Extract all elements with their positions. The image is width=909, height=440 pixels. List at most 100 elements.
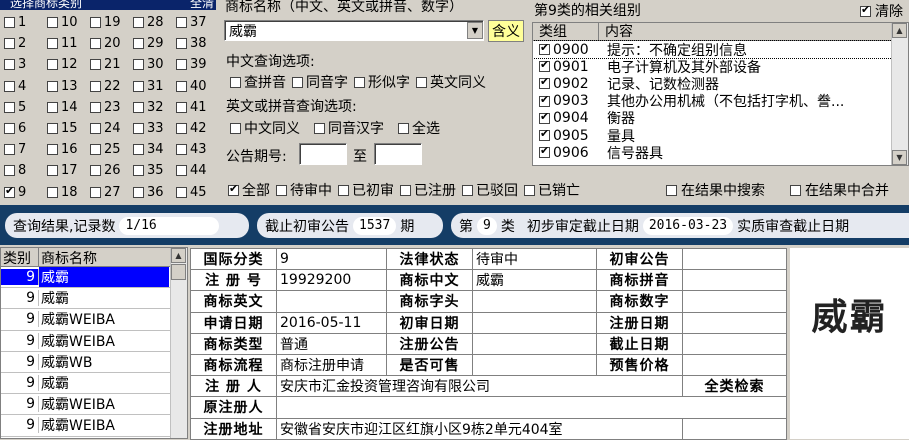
class-checkbox[interactable]: [133, 17, 144, 29]
class-checkbox[interactable]: [47, 38, 58, 50]
group-row[interactable]: 0901 电子计算机及其外部设备: [533, 58, 908, 75]
group-row[interactable]: 0906 信号器具: [533, 144, 908, 161]
cn-option[interactable]: 同音字: [292, 72, 348, 92]
class-checkbox[interactable]: [47, 17, 58, 29]
class-checkbox[interactable]: [90, 123, 101, 135]
class-option[interactable]: 29: [129, 36, 172, 51]
class-option[interactable]: 7: [0, 142, 43, 157]
group-checkbox[interactable]: [539, 93, 550, 107]
class-option[interactable]: 2: [0, 36, 43, 51]
class-option[interactable]: 24: [86, 121, 129, 136]
class-option[interactable]: 15: [43, 121, 86, 136]
class-checkbox[interactable]: [4, 59, 15, 71]
result-row[interactable]: 9 威霸WEIBA: [1, 309, 187, 331]
en-option-checkbox[interactable]: [314, 122, 325, 134]
en-option[interactable]: 全选: [398, 118, 440, 138]
status-filter[interactable]: 全部: [228, 180, 270, 200]
group-row[interactable]: 0902 记录、记数检测器: [533, 75, 908, 93]
class-option[interactable]: 32: [129, 100, 172, 115]
class-option[interactable]: 3: [0, 57, 43, 72]
search-in-results[interactable]: 在结果中搜索: [666, 180, 765, 200]
en-option-checkbox[interactable]: [398, 122, 409, 134]
groups-clear-checkbox[interactable]: [860, 3, 871, 17]
class-checkbox[interactable]: [90, 101, 101, 113]
status-filter-checkbox[interactable]: [462, 184, 473, 196]
class-option[interactable]: 45: [172, 185, 215, 200]
class-checkbox[interactable]: [90, 186, 101, 198]
result-row[interactable]: 9 威霸WEIBA: [1, 331, 187, 352]
class-option[interactable]: 6: [0, 121, 43, 136]
group-row[interactable]: 0904 衡器: [533, 110, 908, 127]
class-option[interactable]: 25: [86, 142, 129, 157]
result-row[interactable]: 9 威霸: [1, 288, 187, 310]
status-filter[interactable]: 已驳回: [462, 180, 518, 200]
group-checkbox[interactable]: [539, 75, 550, 90]
status-filter-checkbox[interactable]: [338, 184, 349, 196]
results-col-name[interactable]: 商标名称: [39, 248, 169, 267]
status-filter-checkbox[interactable]: [400, 184, 411, 196]
class-option[interactable]: 19: [86, 15, 129, 30]
result-row[interactable]: 9 威霸WB: [1, 352, 187, 373]
class-option[interactable]: 34: [129, 142, 172, 157]
class-option[interactable]: 27: [86, 185, 129, 200]
class-option[interactable]: 8: [0, 163, 43, 178]
class-checkbox[interactable]: [47, 165, 58, 177]
class-checkbox[interactable]: [176, 144, 187, 156]
class-option[interactable]: 20: [86, 36, 129, 51]
class-checkbox[interactable]: [47, 59, 58, 71]
class-checkbox[interactable]: [176, 101, 187, 113]
class-option[interactable]: 44: [172, 163, 215, 178]
chevron-down-icon[interactable]: ▼: [467, 22, 483, 39]
class-checkbox[interactable]: [176, 123, 187, 135]
class-checkbox[interactable]: [176, 80, 187, 92]
group-checkbox[interactable]: [539, 41, 550, 56]
scroll-up-icon[interactable]: ▲: [171, 248, 186, 263]
scroll-up-icon[interactable]: ▲: [892, 23, 907, 38]
group-row[interactable]: 0903 其他办公用机械（不包括打字机、誊...: [533, 93, 908, 110]
cn-option[interactable]: 查拼音: [230, 72, 286, 92]
class-checkbox[interactable]: [133, 144, 144, 156]
group-checkbox[interactable]: [539, 127, 550, 142]
class-checkbox[interactable]: [90, 59, 101, 71]
period-from-input[interactable]: [299, 143, 347, 165]
status-filter[interactable]: 已销亡: [524, 180, 580, 200]
class-option[interactable]: 4: [0, 79, 43, 94]
result-row[interactable]: 9 威霸WEIBA: [1, 394, 187, 416]
class-checkbox[interactable]: [4, 101, 15, 113]
status-filter[interactable]: 待审中: [276, 180, 332, 200]
class-checkbox[interactable]: [4, 165, 15, 177]
result-row[interactable]: 9 威霸WEIBA: [1, 415, 187, 437]
scroll-down-icon[interactable]: ▼: [892, 150, 907, 165]
class-checkbox[interactable]: [133, 38, 144, 50]
class-checkbox[interactable]: [133, 165, 144, 177]
en-option[interactable]: 同音汉字: [314, 118, 384, 138]
groups-col-code[interactable]: 类组: [533, 23, 599, 40]
class-checkbox[interactable]: [90, 38, 101, 50]
class-checkbox[interactable]: [47, 186, 58, 198]
class-checkbox[interactable]: [133, 101, 144, 113]
merge-in-results[interactable]: 在结果中合并: [790, 180, 889, 200]
results-col-class[interactable]: 类别: [1, 248, 39, 267]
status-filter-checkbox[interactable]: [228, 182, 239, 196]
class-option[interactable]: 31: [129, 79, 172, 94]
class-option[interactable]: 21: [86, 57, 129, 72]
class-checkbox[interactable]: [133, 59, 144, 71]
class-option[interactable]: 13: [43, 79, 86, 94]
scroll-thumb[interactable]: [171, 264, 186, 280]
class-option[interactable]: 30: [129, 57, 172, 72]
class-checkbox[interactable]: [90, 80, 101, 92]
contains-button[interactable]: 含义: [488, 20, 524, 42]
class-checkbox[interactable]: [4, 144, 15, 156]
period-to-input[interactable]: [374, 143, 422, 165]
class-option[interactable]: 42: [172, 121, 215, 136]
class-checkbox[interactable]: [4, 184, 15, 198]
class-option[interactable]: 33: [129, 121, 172, 136]
result-row[interactable]: 9 威霸: [1, 267, 187, 289]
class-option[interactable]: 38: [172, 36, 215, 51]
class-checkbox[interactable]: [47, 101, 58, 113]
class-checkbox[interactable]: [176, 59, 187, 71]
class-option[interactable]: 40: [172, 79, 215, 94]
groups-clear[interactable]: 清除: [860, 1, 903, 21]
class-option[interactable]: 9: [0, 184, 43, 200]
status-filter[interactable]: 已初审: [338, 180, 394, 200]
